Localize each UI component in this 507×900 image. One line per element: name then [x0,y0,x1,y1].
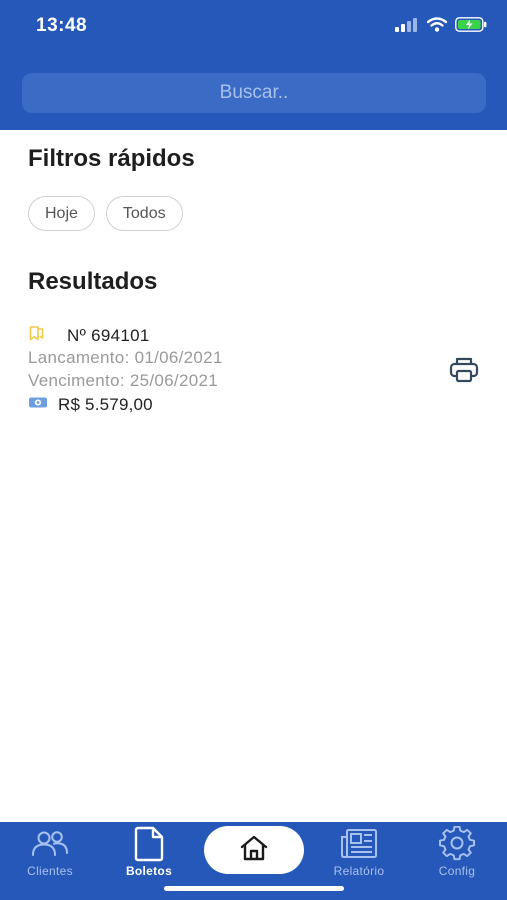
search-box[interactable] [22,73,486,113]
boleto-lancamento-row: Lancamento: 01/06/2021 [28,348,223,368]
app-header: 13:48 [0,0,507,130]
status-icons [395,17,487,37]
wifi-icon [426,17,448,37]
money-icon [28,396,48,415]
tab-relatorio-label: Relatório [333,864,385,878]
bookmark-icon [28,325,45,347]
home-icon [239,834,269,867]
tab-boletos[interactable]: Boletos [112,822,186,882]
users-icon [30,827,70,861]
tab-relatorio[interactable]: Relatório [321,822,397,882]
home-button[interactable] [204,826,304,874]
tab-clientes[interactable]: Clientes [13,822,87,882]
boleto-lancamento: Lancamento: 01/06/2021 [28,348,223,367]
gear-icon [439,826,475,861]
signal-icon [395,17,419,37]
status-time: 13:48 [36,15,88,36]
results-title: Resultados [28,268,158,295]
print-button[interactable] [448,357,480,387]
newspaper-icon [340,827,378,861]
quick-filters: Hoje Todos [28,196,183,231]
boleto-valor-row: R$ 5.579,00 [28,393,153,417]
search-input[interactable] [22,73,486,113]
boleto-result-item[interactable]: Nº 694101 Lancamento: 01/06/2021 Vencime… [28,324,488,420]
tab-config[interactable]: Config [421,822,493,882]
filter-chip-todos[interactable]: Todos [105,196,183,231]
document-icon [132,826,166,862]
boleto-number: Nº 694101 [67,326,150,345]
printer-icon [449,357,479,388]
boleto-valor: R$ 5.579,00 [58,395,153,414]
filter-chip-hoje[interactable]: Hoje [28,196,95,231]
quick-filters-title: Filtros rápidos [28,145,195,172]
home-indicator [164,886,344,891]
tab-clientes-label: Clientes [27,864,73,878]
tab-config-label: Config [438,864,476,878]
boleto-vencimento-row: Vencimento: 25/06/2021 [28,371,218,391]
boleto-vencimento: Vencimento: 25/06/2021 [28,371,218,390]
battery-icon [455,17,487,37]
boleto-number-row: Nº 694101 [28,324,150,348]
tab-boletos-label: Boletos [125,864,173,878]
